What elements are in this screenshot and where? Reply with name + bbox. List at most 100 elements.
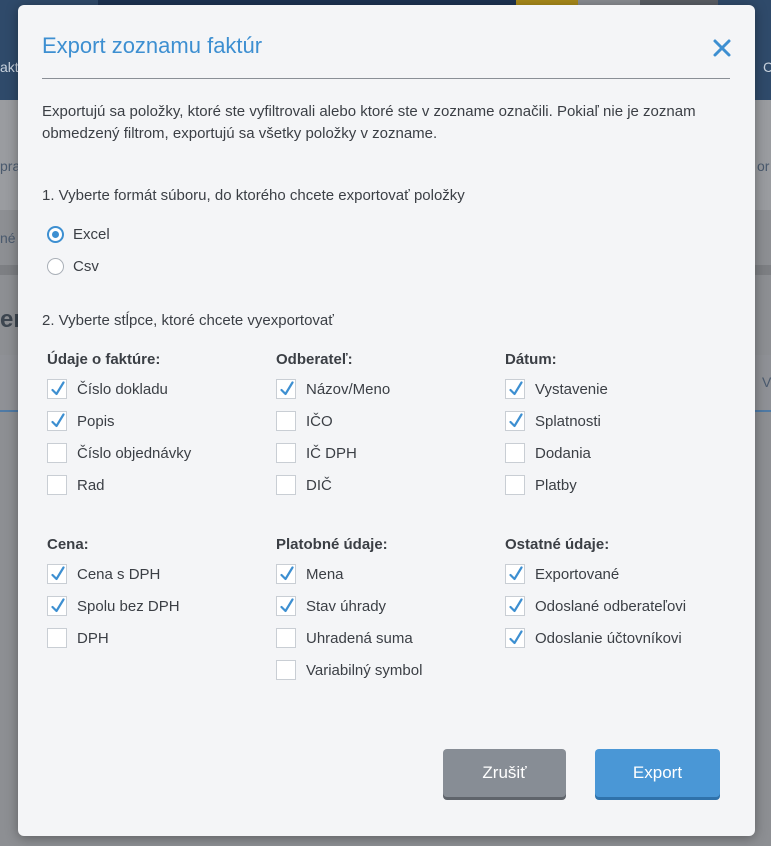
column-option-label: Splatnosti — [535, 412, 601, 430]
column-option-label: Variabilný symbol — [306, 661, 423, 679]
column-option[interactable]: Rad — [47, 475, 105, 495]
column-option[interactable]: Odoslané odberateľovi — [505, 596, 686, 616]
column-option[interactable]: Exportované — [505, 564, 619, 584]
export-dialog: Export zoznamu faktúr Exportujú sa polož… — [18, 5, 755, 836]
checkbox-unchecked[interactable] — [47, 475, 67, 495]
column-option-label: Číslo dokladu — [77, 380, 168, 398]
column-option-label: Odoslané odberateľovi — [535, 597, 687, 615]
radio-button[interactable] — [47, 226, 64, 243]
export-button[interactable]: Export — [595, 749, 720, 797]
format-option-label: Csv — [73, 258, 99, 275]
group-title: Cena: — [47, 536, 89, 553]
format-option-excel[interactable]: Excel — [47, 226, 110, 243]
cancel-button[interactable]: Zrušiť — [443, 749, 566, 797]
column-option[interactable]: IČO — [276, 411, 333, 431]
column-option-label: DIČ — [306, 476, 332, 494]
column-option-label: Dodania — [535, 444, 591, 462]
bg-fragment: V — [762, 374, 771, 390]
bg-fragment: or — [757, 158, 770, 174]
column-option[interactable]: Splatnosti — [505, 411, 601, 431]
column-option-label: Číslo objednávky — [77, 444, 192, 462]
column-option[interactable]: Číslo objednávky — [47, 443, 191, 463]
checkbox-checked[interactable] — [47, 596, 67, 616]
column-option[interactable]: Platby — [505, 475, 577, 495]
column-option[interactable]: DIČ — [276, 475, 332, 495]
bg-fragment: akt — [0, 59, 19, 75]
checkbox-checked[interactable] — [276, 564, 296, 584]
checkbox-checked[interactable] — [47, 379, 67, 399]
dialog-title: Export zoznamu faktúr — [42, 33, 263, 58]
column-option[interactable]: DPH — [47, 628, 109, 648]
format-option-csv[interactable]: Csv — [47, 258, 99, 275]
column-option[interactable]: Číslo dokladu — [47, 379, 168, 399]
checkmark-icon — [509, 381, 523, 396]
column-option[interactable]: Spolu bez DPH — [47, 596, 180, 616]
close-button[interactable] — [711, 37, 733, 59]
checkmark-icon — [509, 566, 523, 581]
checkmark-icon — [51, 566, 65, 581]
close-icon — [713, 39, 731, 57]
column-option-label: Platby — [535, 476, 577, 494]
checkbox-unchecked[interactable] — [276, 443, 296, 463]
checkbox-checked[interactable] — [276, 379, 296, 399]
group-title: Platobné údaje: — [276, 536, 388, 553]
column-option[interactable]: Stav úhrady — [276, 596, 386, 616]
column-option-label: Odoslanie účtovníkovi — [535, 629, 682, 647]
checkbox-unchecked[interactable] — [47, 628, 67, 648]
checkbox-unchecked[interactable] — [47, 443, 67, 463]
checkbox-checked[interactable] — [276, 596, 296, 616]
bg-fragment: C — [763, 59, 771, 75]
column-option[interactable]: Popis — [47, 411, 115, 431]
column-option[interactable]: Dodania — [505, 443, 591, 463]
bg-fragment: né — [0, 230, 16, 246]
checkbox-checked[interactable] — [505, 628, 525, 648]
checkbox-checked[interactable] — [47, 564, 67, 584]
checkbox-unchecked[interactable] — [276, 660, 296, 680]
group-title: Údaje o faktúre: — [47, 351, 161, 368]
column-option-label: Stav úhrady — [306, 597, 387, 615]
title-divider — [42, 78, 730, 79]
column-option[interactable]: Odoslanie účtovníkovi — [505, 628, 682, 648]
checkmark-icon — [509, 630, 523, 645]
column-option-label: IČO — [306, 412, 333, 430]
column-option[interactable]: Mena — [276, 564, 344, 584]
checkbox-checked[interactable] — [505, 596, 525, 616]
checkmark-icon — [280, 598, 294, 613]
checkbox-checked[interactable] — [505, 379, 525, 399]
intro-text: Exportujú sa položky, ktoré ste vyfiltro… — [42, 103, 696, 142]
column-option-label: Cena s DPH — [77, 565, 161, 583]
checkmark-icon — [280, 566, 294, 581]
checkbox-unchecked[interactable] — [276, 411, 296, 431]
column-option-label: Mena — [306, 565, 344, 583]
radio-button[interactable] — [47, 258, 64, 275]
column-option[interactable]: Cena s DPH — [47, 564, 160, 584]
step1-label: 1. Vyberte formát súboru, do ktorého chc… — [42, 187, 465, 204]
checkbox-checked[interactable] — [47, 411, 67, 431]
column-option[interactable]: IČ DPH — [276, 443, 357, 463]
checkbox-unchecked[interactable] — [276, 628, 296, 648]
column-option-label: DPH — [77, 629, 109, 647]
column-option-label: Vystavenie — [535, 380, 608, 398]
checkmark-icon — [280, 381, 294, 396]
checkbox-unchecked[interactable] — [505, 443, 525, 463]
checkbox-checked[interactable] — [505, 564, 525, 584]
column-option[interactable]: Vystavenie — [505, 379, 608, 399]
column-option-label: Uhradená suma — [306, 629, 413, 647]
column-option-label: Popis — [77, 412, 115, 430]
step2-label: 2. Vyberte stĺpce, ktoré chcete vyexport… — [42, 312, 334, 329]
column-option-label: Exportované — [535, 565, 620, 583]
group-title: Odberateľ: — [276, 351, 353, 368]
checkbox-unchecked[interactable] — [276, 475, 296, 495]
column-option[interactable]: Názov/Meno — [276, 379, 390, 399]
group-title: Ostatné údaje: — [505, 536, 610, 553]
group-title: Dátum: — [505, 351, 557, 368]
column-option-label: Rad — [77, 476, 105, 494]
checkmark-icon — [509, 413, 523, 428]
column-option[interactable]: Variabilný symbol — [276, 660, 422, 680]
column-option[interactable]: Uhradená suma — [276, 628, 413, 648]
checkmark-icon — [51, 381, 65, 396]
checkbox-checked[interactable] — [505, 411, 525, 431]
checkbox-unchecked[interactable] — [505, 475, 525, 495]
column-option-label: Spolu bez DPH — [77, 597, 180, 615]
checkmark-icon — [51, 413, 65, 428]
